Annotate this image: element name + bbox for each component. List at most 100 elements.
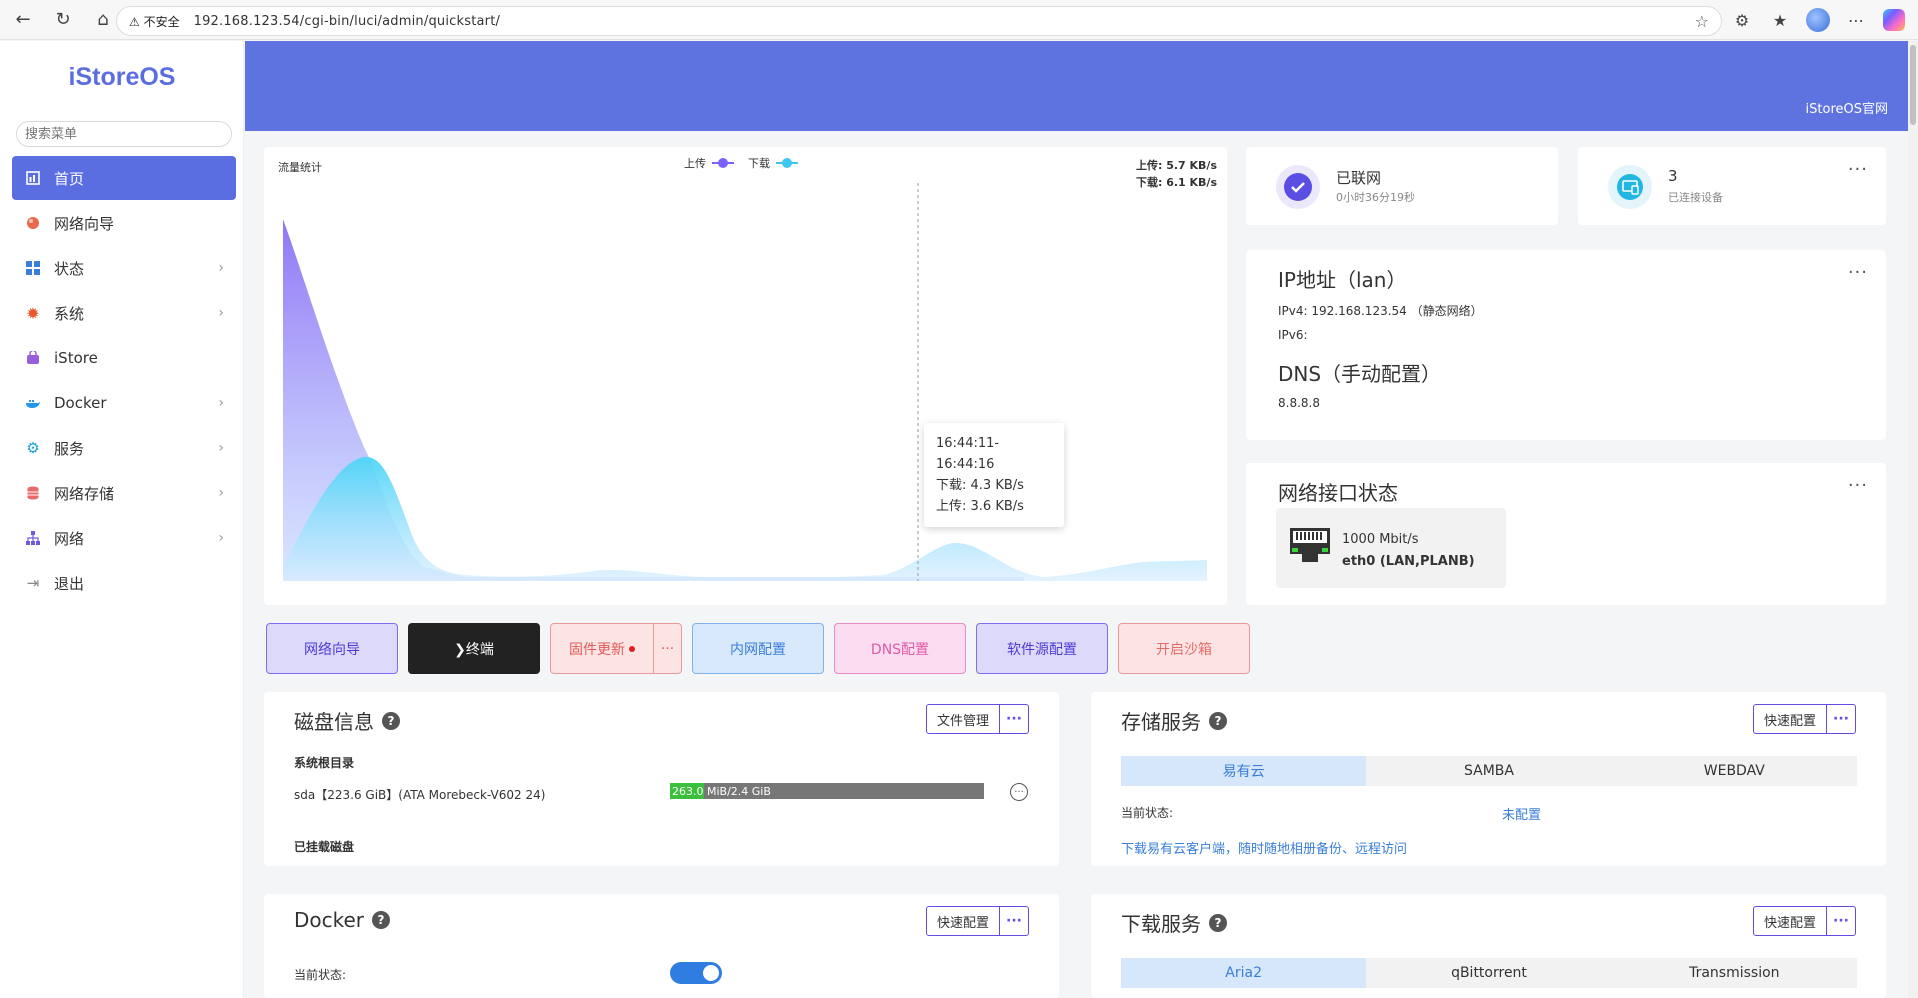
docker-title-text: Docker (294, 908, 365, 932)
page-scrollbar[interactable] (1908, 41, 1918, 998)
ip-more-icon[interactable]: ··· (1848, 262, 1868, 283)
copilot-icon[interactable] (1878, 4, 1910, 36)
firmware-update-button[interactable]: 固件更新 ··· (550, 623, 682, 674)
chevron-right-icon: › (218, 485, 224, 501)
help-icon[interactable]: ? (382, 711, 400, 730)
download-more-icon[interactable]: ··· (1827, 907, 1855, 935)
download-quick-config-split-button: 快速配置 ··· (1752, 906, 1856, 936)
lan-config-button[interactable]: 内网配置 (692, 623, 824, 674)
chevron-right-icon: › (218, 530, 224, 546)
interface-name: eth0 (LAN,PLANB) (1342, 554, 1475, 569)
sidebar-item-logout[interactable]: ⇥ 退出 (12, 561, 236, 605)
terminal-button[interactable]: ❯终端 (408, 623, 540, 674)
insecure-warning[interactable]: ⚠ 不安全 (129, 13, 180, 30)
browser-menu-icon[interactable]: ⋯ (1840, 4, 1872, 36)
tab-webdav[interactable]: WEBDAV (1612, 756, 1857, 786)
firmware-more-icon[interactable]: ··· (653, 624, 681, 673)
sandbox-button[interactable]: 开启沙箱 (1118, 623, 1250, 674)
bookmark-star-icon[interactable]: ☆ (1695, 12, 1709, 31)
storage-status-value[interactable]: 未配置 (1502, 804, 1541, 823)
dashboard-icon (24, 169, 42, 187)
traffic-chart[interactable] (264, 147, 1227, 605)
sidebar-item-docker[interactable]: Docker › (12, 381, 236, 425)
disk-usage-total: MiB/2.4 GiB (703, 784, 771, 798)
device-count: 3 (1668, 167, 1678, 185)
interface-speed: 1000 Mbit/s (1342, 532, 1419, 547)
docker-status-label: 当前状态: (294, 968, 347, 982)
tab-yiyouyun[interactable]: 易有云 (1121, 756, 1367, 786)
profile-avatar[interactable] (1802, 4, 1834, 36)
iface-more-icon[interactable]: ··· (1848, 475, 1868, 496)
disk-options-icon[interactable]: ··· (1010, 783, 1028, 801)
sidebar-item-status[interactable]: 状态 › (12, 246, 236, 290)
sidebar-item-label: 网络存储 (54, 484, 115, 503)
network-status-card[interactable]: 已联网 0小时36分19秒 (1246, 147, 1558, 225)
storage-more-icon[interactable]: ··· (1827, 705, 1855, 733)
browser-toolbar: ← ↻ ⌂ ⚠ 不安全 192.168.123.54/cgi-bin/luci/… (0, 0, 1918, 40)
disk-device: sda【223.6 GiB】(ATA Morebeck-V602 24) (294, 788, 546, 802)
disk-more-icon[interactable]: ··· (1000, 705, 1028, 733)
storage-tabs: 易有云 SAMBA WEBDAV (1121, 756, 1857, 786)
file-manager-button[interactable]: 文件管理 (927, 705, 1000, 733)
help-icon[interactable]: ? (1209, 711, 1227, 730)
storage-quick-config-button[interactable]: 快速配置 (1754, 705, 1827, 733)
tab-aria2[interactable]: Aria2 (1121, 958, 1367, 988)
sidebar-item-istore[interactable]: iStore (12, 336, 236, 380)
services-icon: ⚙ (26, 439, 40, 457)
tooltip-upload: 上传: 3.6 KB/s (936, 499, 1024, 514)
disk-info-card: 磁盘信息? 文件管理 ··· 系统根目录 sda【223.6 GiB】(ATA … (264, 692, 1059, 866)
download-quick-config-button[interactable]: 快速配置 (1754, 907, 1827, 935)
sidebar-item-label: 状态 (54, 259, 85, 278)
chevron-right-icon: › (218, 395, 224, 411)
extensions-icon[interactable]: ⚙ (1726, 4, 1758, 36)
back-icon[interactable]: ← (6, 3, 40, 37)
tab-samba[interactable]: SAMBA (1366, 756, 1611, 786)
tooltip-time: 16:44:11-16:44:16 (936, 436, 1000, 472)
favorites-icon[interactable]: ★ (1764, 4, 1796, 36)
tab-qbittorrent[interactable]: qBittorrent (1366, 958, 1611, 988)
interface-eth0[interactable]: 1000 Mbit/s eth0 (LAN,PLANB) (1276, 508, 1506, 588)
ethernet-port-icon (1290, 528, 1330, 562)
storage-title-text: 存储服务 (1121, 710, 1201, 734)
dns-config-button[interactable]: DNS配置 (834, 623, 966, 674)
docker-quick-config-button[interactable]: 快速配置 (927, 907, 1000, 935)
sidebar-item-label: 系统 (54, 304, 85, 323)
sidebar-item-nas[interactable]: 网络存储 › (12, 471, 236, 515)
interface-status-card: 网络接口状态 ··· 1000 Mbit/s eth0 (LAN,PLANB) (1246, 463, 1886, 605)
docker-card: Docker? 快速配置 ··· 当前状态: (264, 894, 1059, 998)
network-status-label: 已联网 (1336, 169, 1382, 187)
storage-services-card: 存储服务? 快速配置 ··· 易有云 SAMBA WEBDAV 当前状态: 未配… (1091, 692, 1886, 866)
network-wizard-button[interactable]: 网络向导 (266, 623, 398, 674)
ipv4-text: IPv4: 192.168.123.54 （静态网络） (1278, 304, 1483, 318)
connected-devices-card[interactable]: 3 已连接设备 ··· (1578, 147, 1886, 225)
help-icon[interactable]: ? (372, 911, 391, 929)
sidebar-item-system[interactable]: ✹ 系统 › (12, 291, 236, 335)
help-icon[interactable]: ? (1209, 913, 1227, 932)
docker-toggle[interactable] (670, 962, 722, 984)
devices-icon (1608, 165, 1652, 209)
devices-more-icon[interactable]: ··· (1848, 159, 1868, 180)
download-tabs: Aria2 qBittorrent Transmission (1121, 958, 1857, 988)
download-client-link[interactable]: 下载易有云客户端，随时随地相册备份、远程访问 (1121, 838, 1407, 857)
istoreos-site-link[interactable]: iStoreOS官网 (1806, 98, 1888, 117)
sidebar-item-label: 网络向导 (54, 214, 115, 233)
docker-title: Docker? (294, 908, 391, 932)
software-source-button[interactable]: 软件源配置 (976, 623, 1108, 674)
tab-transmission[interactable]: Transmission (1612, 958, 1857, 988)
reload-icon[interactable]: ↻ (46, 3, 80, 37)
url-text[interactable]: 192.168.123.54/cgi-bin/luci/admin/quicks… (194, 14, 500, 29)
scrollbar-thumb[interactable] (1910, 45, 1916, 125)
docker-icon (24, 394, 42, 412)
logo[interactable]: iStoreOS (0, 63, 244, 92)
sidebar-item-network[interactable]: 网络 › (12, 516, 236, 560)
sidebar-item-home[interactable]: 首页 (12, 156, 236, 200)
download-services-card: 下载服务? 快速配置 ··· Aria2 qBittorrent Transmi… (1091, 894, 1886, 998)
address-bar[interactable]: ⚠ 不安全 192.168.123.54/cgi-bin/luci/admin/… (116, 6, 1722, 36)
connected-check-icon (1276, 165, 1320, 209)
sidebar-item-network-wizard[interactable]: 网络向导 (12, 201, 236, 245)
home-icon[interactable]: ⌂ (86, 3, 120, 37)
docker-more-icon[interactable]: ··· (1000, 907, 1028, 935)
storage-quick-config-split-button: 快速配置 ··· (1752, 704, 1856, 734)
sidebar-item-services[interactable]: ⚙ 服务 › (12, 426, 236, 470)
menu-search-input[interactable] (16, 121, 232, 147)
